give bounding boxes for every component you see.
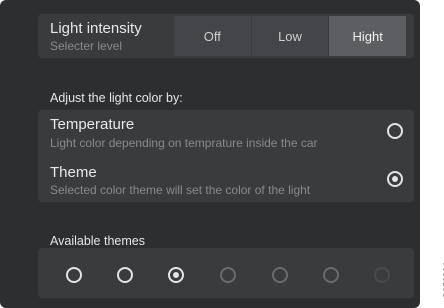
light-intensity-subtitle: Selecter level — [50, 39, 123, 53]
temperature-radio[interactable] — [387, 123, 403, 139]
temperature-subtitle: Light color depending on temprature insi… — [50, 136, 318, 150]
theme-swatch-2[interactable] — [117, 267, 133, 283]
theme-subtitle: Selected color theme will set the color … — [50, 183, 311, 197]
available-themes-heading: Available themes — [50, 234, 145, 248]
intensity-low-button[interactable]: Low — [251, 16, 329, 56]
adjust-color-heading: Adjust the light color by: — [50, 91, 183, 105]
theme-swatch-6[interactable] — [323, 267, 339, 283]
light-intensity-selector: Off Low Hight — [174, 16, 407, 56]
light-intensity-title: Light intensity — [50, 20, 142, 37]
theme-swatch-5[interactable] — [272, 267, 288, 283]
theme-swatch-1[interactable] — [66, 267, 82, 283]
theme-swatch-4[interactable] — [220, 267, 236, 283]
settings-screen: Light intensity Selecter level Off Low H… — [0, 0, 420, 308]
theme-swatch-7[interactable] — [374, 267, 390, 283]
theme-title: Theme — [50, 164, 97, 181]
intensity-off-button[interactable]: Off — [174, 16, 251, 56]
theme-radio[interactable] — [387, 171, 403, 187]
intensity-high-button[interactable]: Hight — [329, 16, 407, 56]
temperature-title: Temperature — [50, 116, 135, 133]
theme-swatch-3[interactable] — [168, 267, 184, 283]
